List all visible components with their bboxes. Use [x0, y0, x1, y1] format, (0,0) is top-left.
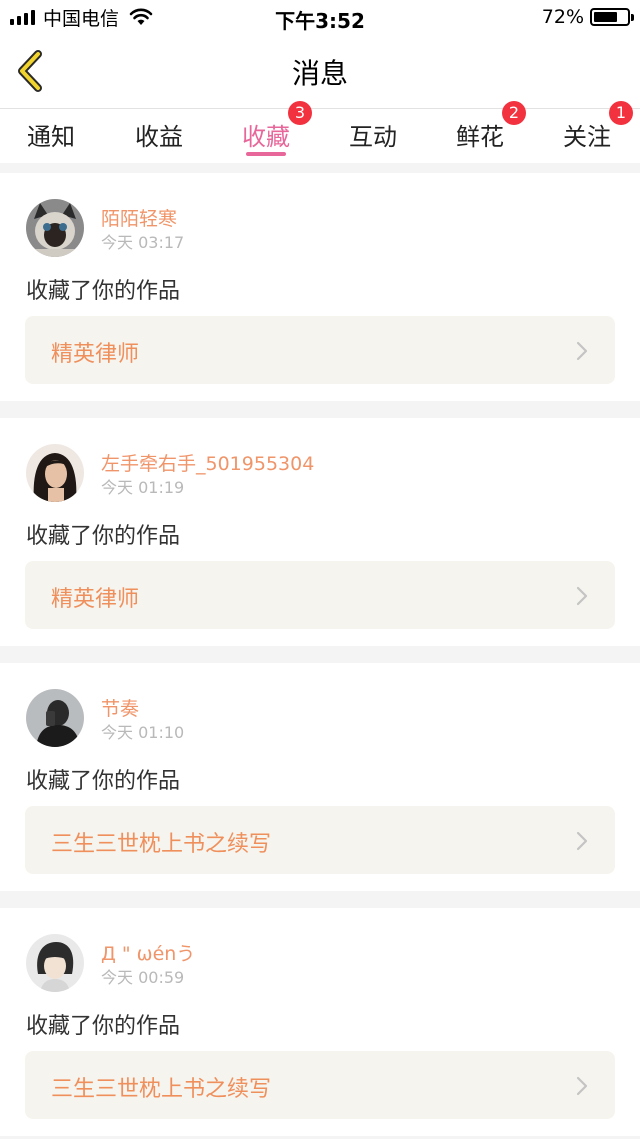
timestamp: 今天 03:17	[101, 233, 185, 252]
timestamp: 今天 01:10	[101, 723, 185, 742]
chevron-right-icon	[576, 1076, 588, 1096]
work-link[interactable]: 精英律师	[25, 561, 615, 629]
tab-badge: 2	[502, 101, 526, 125]
action-text: 收藏了你的作品	[26, 769, 181, 794]
tab-bar: 通知 收益 收藏 3 互动 鲜花 2 关注 1	[0, 101, 640, 163]
tab-label: 收藏	[242, 123, 290, 151]
tab-label: 互动	[349, 123, 397, 151]
tab-label: 鲜花	[456, 123, 504, 151]
timestamp: 今天 00:59	[101, 968, 185, 987]
chevron-right-icon	[576, 586, 588, 606]
work-link[interactable]: 精英律师	[25, 316, 615, 384]
active-tab-indicator	[246, 152, 286, 156]
action-text: 收藏了你的作品	[26, 279, 181, 304]
action-text: 收藏了你的作品	[26, 524, 181, 549]
work-title: 三生三世枕上书之续写	[51, 1077, 272, 1102]
work-link[interactable]: 三生三世枕上书之续写	[25, 1051, 615, 1119]
tab-label: 收益	[135, 123, 183, 151]
work-link[interactable]: 三生三世枕上书之续写	[25, 806, 615, 874]
battery-percent: 72%	[541, 6, 584, 28]
status-bar: 中国电信 下午3:52 72%	[0, 0, 640, 34]
nav-bar: 消息	[0, 34, 640, 108]
work-title: 精英律师	[51, 587, 140, 612]
battery-fill	[594, 12, 618, 22]
chevron-right-icon	[576, 831, 588, 851]
tab-label: 通知	[27, 123, 75, 151]
list-item: 左手牵右手_501955304 今天 01:19 收藏了你的作品 精英律师	[0, 418, 640, 646]
person-avatar-icon[interactable]	[26, 934, 84, 992]
chevron-right-icon	[576, 341, 588, 361]
list-item: 节奏 今天 01:10 收藏了你的作品 三生三世枕上书之续写	[0, 663, 640, 891]
timestamp: 今天 01:19	[101, 478, 185, 497]
tab-label: 关注	[563, 123, 611, 151]
battery-nub	[631, 14, 634, 21]
page-title: 消息	[291, 57, 348, 90]
tab-badge: 3	[288, 101, 312, 125]
cat-avatar-icon[interactable]	[26, 199, 84, 257]
work-title: 三生三世枕上书之续写	[51, 832, 272, 857]
status-right: 72%	[541, 6, 634, 28]
action-text: 收藏了你的作品	[26, 1014, 181, 1039]
list-item: Д " ωénう 今天 00:59 收藏了你的作品 三生三世枕上书之续写	[0, 908, 640, 1136]
username[interactable]: 陌陌轻寒	[101, 204, 177, 231]
work-title: 精英律师	[51, 342, 140, 367]
woman-avatar-icon[interactable]	[26, 444, 84, 502]
username[interactable]: Д " ωénう	[101, 939, 195, 966]
list-item: 陌陌轻寒 今天 03:17 收藏了你的作品 精英律师	[0, 173, 640, 401]
selfie-avatar-icon[interactable]	[26, 689, 84, 747]
tab-badge: 1	[609, 101, 633, 125]
username[interactable]: 左手牵右手_501955304	[101, 449, 314, 476]
username[interactable]: 节奏	[101, 694, 139, 721]
battery-icon	[590, 8, 634, 26]
